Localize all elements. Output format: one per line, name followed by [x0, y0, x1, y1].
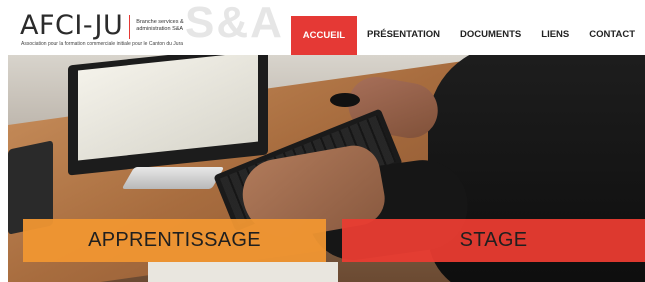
logo-subtitle: Branche services & administration S&A — [136, 19, 184, 32]
apprentissage-button[interactable]: APPRENTISSAGE — [23, 219, 326, 262]
site-header: AFCI-JU Branche services & administratio… — [0, 0, 645, 55]
hero-photo-mouse — [330, 93, 360, 107]
hero-photo-screen — [78, 55, 258, 161]
main-nav: ACCUEIL PRÉSENTATION DOCUMENTS LIENS CON… — [290, 0, 645, 55]
nav-item-contact[interactable]: CONTACT — [579, 0, 645, 62]
logo-divider — [129, 15, 131, 39]
logo-tagline: Association pour la formation commercial… — [21, 41, 184, 47]
nav-item-accueil[interactable]: ACCUEIL — [290, 16, 358, 55]
logo[interactable]: AFCI-JU Branche services & administratio… — [20, 12, 191, 40]
nav-item-liens[interactable]: LIENS — [531, 0, 579, 62]
stage-button[interactable]: STAGE — [342, 219, 645, 262]
nav-item-presentation[interactable]: PRÉSENTATION — [357, 0, 450, 62]
hero-banner: APPRENTISSAGE STAGE — [8, 55, 645, 282]
hero-photo-monitor — [68, 55, 268, 176]
logo-text: AFCI-JU — [20, 10, 124, 41]
nav-item-documents[interactable]: DOCUMENTS — [450, 0, 531, 62]
hero-photo-monitor-stand — [121, 167, 225, 189]
header-watermark: S&A — [185, 0, 284, 47]
hero-photo-paper — [148, 262, 338, 282]
